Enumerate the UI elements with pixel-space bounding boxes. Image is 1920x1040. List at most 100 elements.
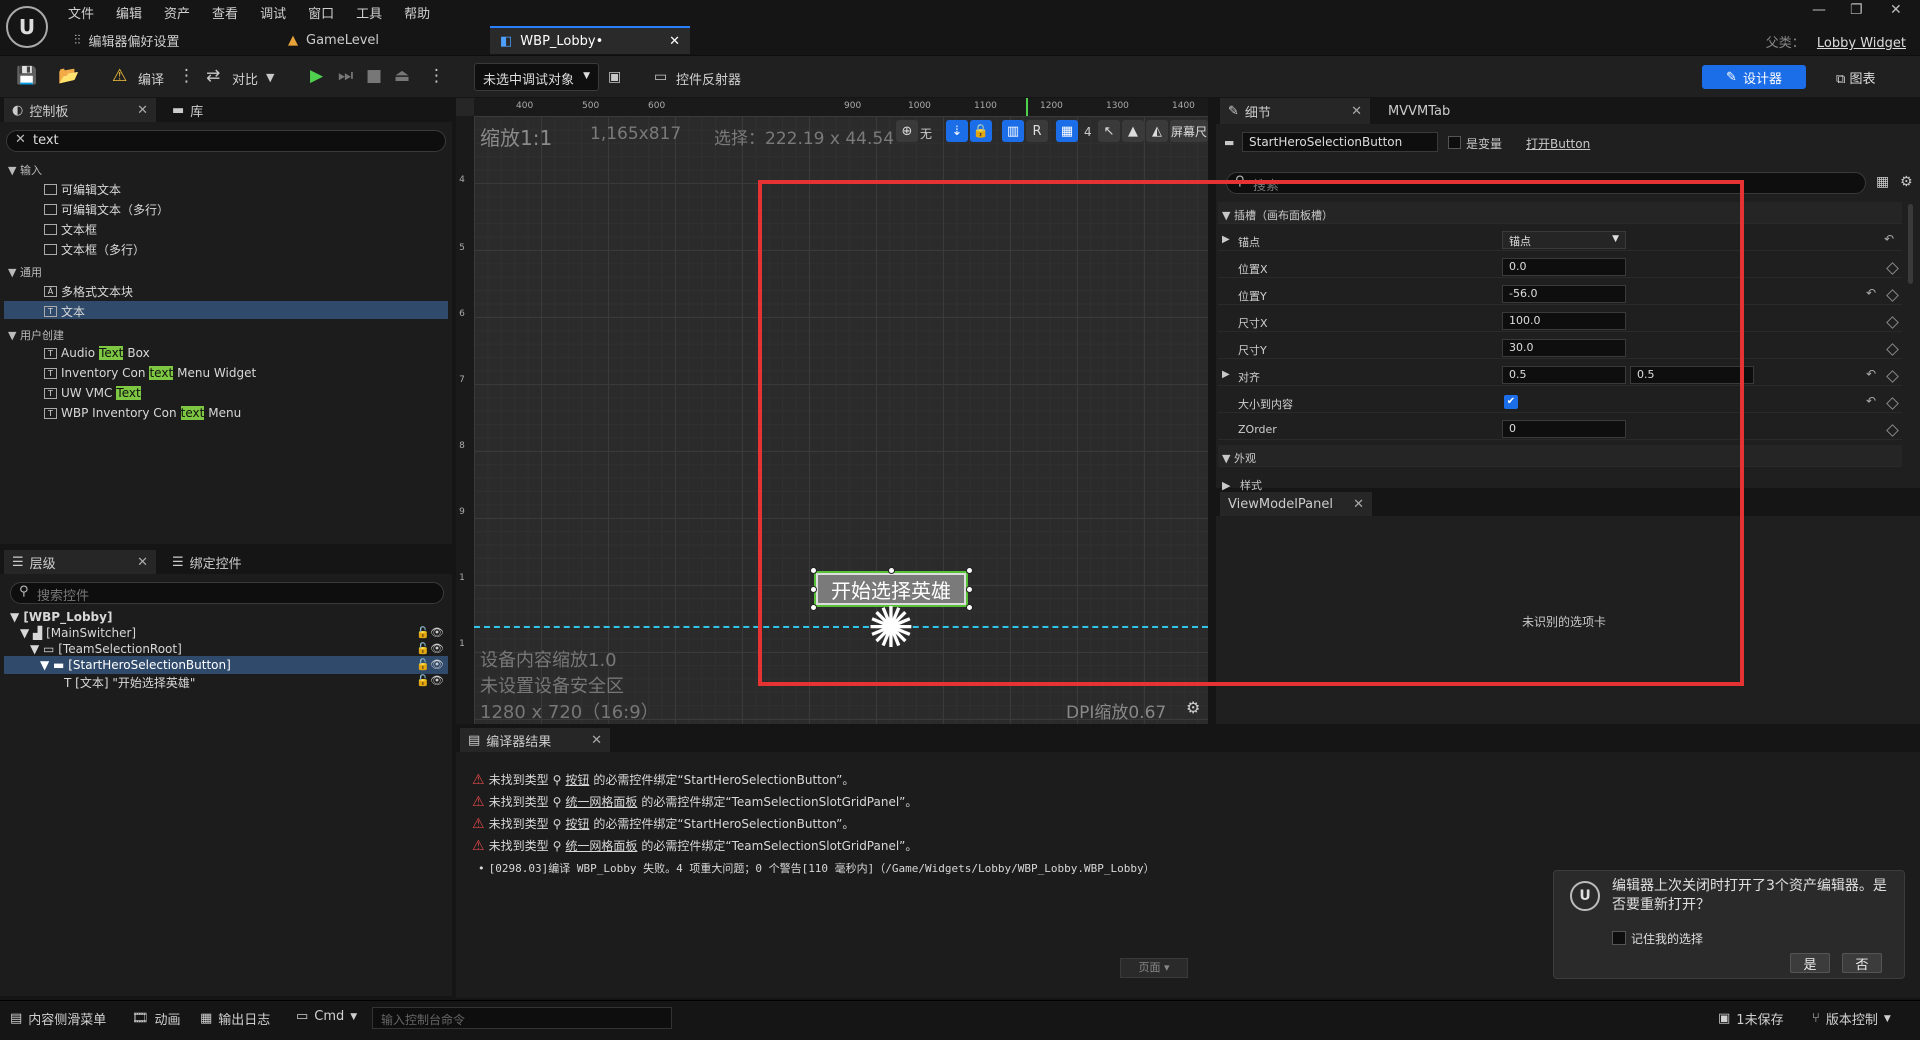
snap-icon[interactable]: ⇣	[946, 120, 968, 142]
palette-item-editable-text-multiline[interactable]: 可编辑文本（多行）	[44, 201, 169, 218]
globe-icon[interactable]: ⊕	[896, 120, 918, 142]
category-common[interactable]: ▼ 通用	[8, 264, 42, 280]
details-search-input[interactable]: ⚲ 搜索	[1226, 172, 1866, 194]
palette-item-text[interactable]: T 文本	[44, 303, 85, 320]
menu-file[interactable]: 文件	[60, 0, 108, 22]
type-link[interactable]: 统一网格面板	[565, 837, 637, 854]
anchor-icon[interactable]: ✺	[862, 600, 920, 658]
palette-search-input[interactable]: ✕ text	[6, 130, 446, 152]
play-icon[interactable]: ▶	[310, 66, 323, 86]
screen-size-button[interactable]: 屏幕尺	[1170, 120, 1208, 142]
category-user-created[interactable]: ▼ 用户创建	[8, 327, 64, 343]
expand-icon[interactable]: ▶	[1222, 369, 1230, 380]
section-slot-label[interactable]: ▼ 插槽（画布面板槽）	[1222, 207, 1333, 223]
tab-wbp-lobby[interactable]: ◧ WBP_Lobby• ✕	[490, 26, 690, 54]
settings-icon[interactable]: ⚙	[1186, 698, 1200, 717]
eject-icon[interactable]: ⏏	[394, 66, 410, 86]
menu-asset[interactable]: 资产	[156, 0, 204, 22]
designer-canvas[interactable]: 400 500 600 900 1000 1100 1200 1300 1400…	[456, 98, 1208, 724]
stop-icon[interactable]: ■	[366, 66, 382, 86]
alignment-x-input[interactable]: 0.5	[1502, 366, 1626, 384]
resize-handle[interactable]	[966, 604, 973, 611]
palette-item-textbox[interactable]: 文本框	[44, 221, 97, 238]
close-icon[interactable]: ✕	[137, 103, 148, 118]
source-control-button[interactable]: ⑂ 版本控制 ▼	[1812, 1009, 1891, 1028]
widget-name-input[interactable]: StartHeroSelectionButton	[1242, 132, 1438, 152]
lock-visibility-icon[interactable]: 🔓👁	[416, 658, 444, 671]
resize-handle[interactable]	[966, 586, 973, 593]
reset-icon[interactable]: ↶	[1866, 286, 1876, 300]
tab-compiler-results[interactable]: ▤ 编译器结果 ✕	[460, 728, 610, 752]
cursor-icon[interactable]: ↖	[1098, 120, 1120, 142]
debug-object-select[interactable]: 未选中调试对象 ▼	[474, 63, 599, 91]
yes-button[interactable]: 是	[1790, 953, 1830, 973]
section-appearance[interactable]	[1218, 445, 1902, 467]
animation-button[interactable]: 🎞 动画	[132, 1009, 181, 1028]
tree-node-text[interactable]: T [文本] "开始选择英雄"	[64, 674, 195, 691]
settings-icon[interactable]: ⚙	[1900, 174, 1913, 190]
diff-button[interactable]: 对比	[232, 69, 258, 88]
tree-node-main-switcher[interactable]: ▼ ▟ [MainSwitcher]	[20, 626, 136, 640]
position-x-input[interactable]: 0.0	[1502, 258, 1626, 276]
grid-size[interactable]: 4	[1084, 125, 1092, 139]
clear-icon[interactable]: ✕	[15, 132, 26, 147]
resize-handle[interactable]	[810, 586, 817, 593]
reset-icon[interactable]: ↶	[1866, 367, 1876, 381]
zorder-input[interactable]: 0	[1502, 420, 1626, 438]
close-icon[interactable]: ✕	[137, 555, 148, 570]
close-window-icon[interactable]: ✕	[1890, 2, 1902, 18]
more-icon[interactable]: ⋮	[178, 66, 195, 86]
image-icon[interactable]: ▲	[1122, 120, 1144, 142]
resize-handle[interactable]	[966, 567, 973, 574]
palette-item-editable-text[interactable]: 可编辑文本	[44, 181, 121, 198]
resize-handle[interactable]	[888, 567, 895, 574]
output-log-button[interactable]: ▦ 输出日志	[200, 1009, 270, 1028]
hierarchy-search-input[interactable]: ⚲ 搜索控件	[10, 582, 444, 604]
localization-none[interactable]: 无	[920, 125, 932, 142]
compile-icon[interactable]: ⚠	[112, 66, 127, 86]
section-appearance-label[interactable]: ▼ 外观	[1222, 450, 1256, 466]
tab-bind-widgets[interactable]: ☰ 绑定控件	[164, 550, 250, 574]
open-button-link[interactable]: 打开Button	[1526, 135, 1590, 152]
lock-icon[interactable]: 🔒	[970, 120, 992, 142]
tree-node-team-selection-root[interactable]: ▼ ▭ [TeamSelectionRoot]	[30, 642, 182, 656]
menu-view[interactable]: 查看	[204, 0, 252, 22]
close-icon[interactable]: ✕	[1351, 104, 1362, 119]
size-to-content-checkbox[interactable]: ✔	[1504, 395, 1518, 409]
type-link[interactable]: 按钮	[565, 771, 589, 788]
resize-handle[interactable]	[810, 567, 817, 574]
anchor-dropdown[interactable]: 锚点 ▼	[1502, 231, 1626, 249]
tab-game-level[interactable]: ▲ GameLevel	[278, 26, 389, 54]
palette-item-inventory-context-menu-widget[interactable]: T Inventory Con text Menu Widget	[44, 366, 256, 380]
is-variable-checkbox[interactable]	[1448, 136, 1461, 149]
more-icon[interactable]: ⋮	[428, 66, 445, 86]
tab-palette[interactable]: ◐ 控制板 ✕	[4, 98, 156, 122]
type-link[interactable]: 统一网格面板	[565, 793, 637, 810]
tab-hierarchy[interactable]: ☰ 层级 ✕	[4, 550, 156, 574]
palette-item-wbp-inventory-context-menu[interactable]: T WBP Inventory Con text Menu	[44, 406, 241, 420]
layout-icon[interactable]: ▥	[1002, 120, 1024, 142]
tab-details[interactable]: ✎ 细节 ✕	[1220, 98, 1370, 124]
type-link[interactable]: 按钮	[565, 815, 589, 832]
lock-visibility-icon[interactable]: 🔓👁	[416, 626, 444, 639]
minimize-icon[interactable]: —	[1812, 2, 1826, 18]
cmd-dropdown[interactable]: ▭ Cmd ▼	[296, 1009, 357, 1024]
close-icon[interactable]: ✕	[591, 733, 602, 748]
details-scrollbar[interactable]	[1908, 204, 1913, 284]
tree-node-start-hero-selection-button[interactable]: ▼ ▬ [StartHeroSelectionButton]	[40, 658, 231, 672]
alignment-y-input[interactable]: 0.5	[1630, 366, 1754, 384]
tab-editor-preferences[interactable]: ⫶⫶ 编辑器偏好设置	[64, 26, 190, 54]
style-row[interactable]: ▶ 样式	[1222, 477, 1262, 493]
remember-choice-checkbox[interactable]	[1612, 931, 1626, 945]
step-icon[interactable]: ⏭	[338, 66, 353, 86]
expand-icon[interactable]: ▶	[1222, 234, 1230, 245]
menu-edit[interactable]: 编辑	[108, 0, 156, 22]
widget-reflector-icon[interactable]: ▭	[654, 69, 667, 85]
canvas-grid[interactable]	[474, 116, 1208, 724]
menu-tools[interactable]: 工具	[348, 0, 396, 22]
position-y-input[interactable]: -56.0	[1502, 285, 1626, 303]
chevron-down-icon[interactable]: ▼	[266, 71, 274, 84]
category-input[interactable]: ▼ 输入	[8, 162, 42, 178]
reset-icon[interactable]: ↶	[1866, 394, 1876, 408]
mirror-icon[interactable]: ◭	[1146, 120, 1168, 142]
